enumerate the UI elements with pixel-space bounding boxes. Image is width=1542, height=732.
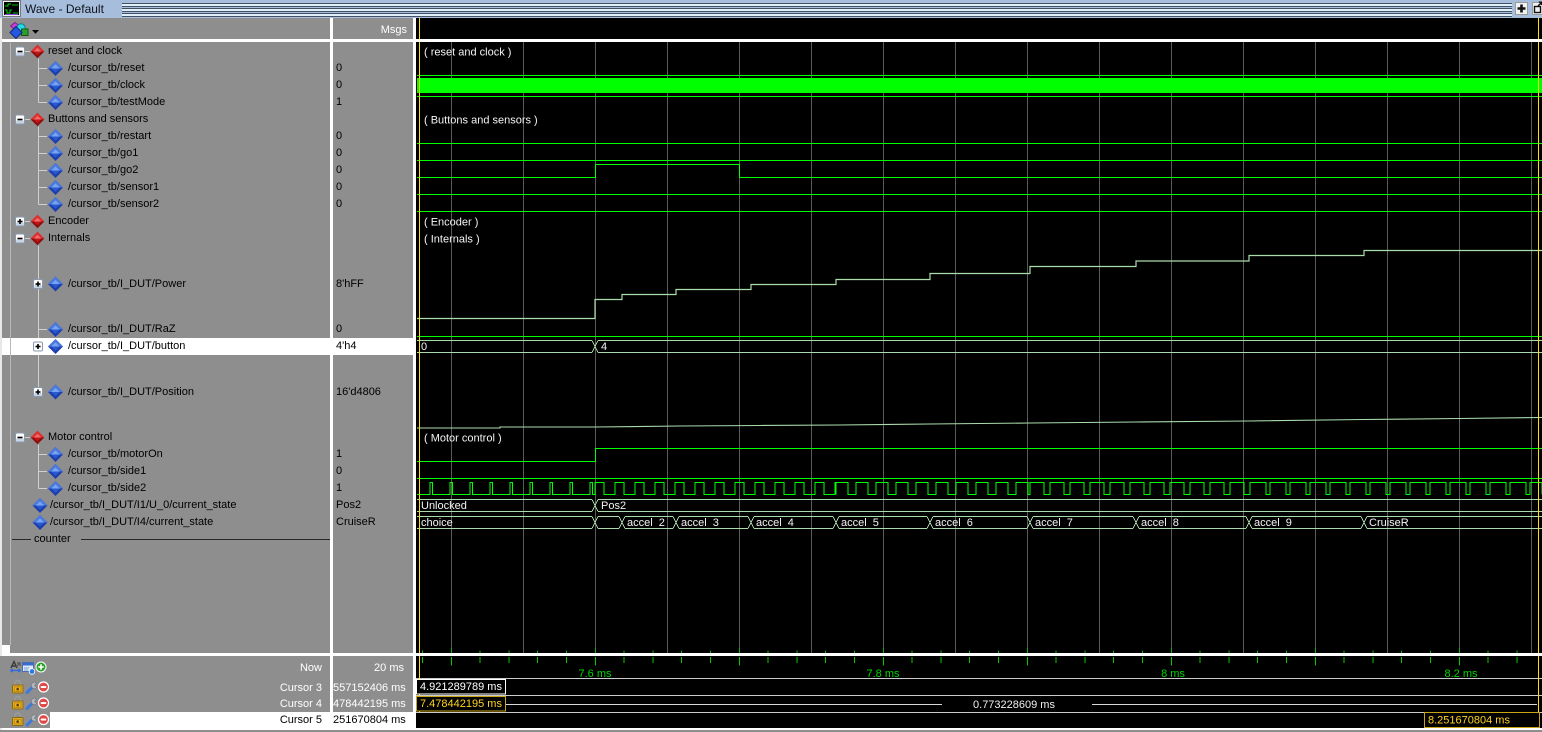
svg-text:( Motor control ): ( Motor control ) — [424, 433, 502, 445]
svg-text:accel 2: accel 2 — [627, 517, 665, 529]
svg-text:accel 3: accel 3 — [681, 517, 719, 529]
svg-text:accel 7: accel 7 — [1035, 517, 1073, 529]
svg-text:accel 8: accel 8 — [1141, 517, 1179, 529]
svg-text:choice: choice — [421, 517, 453, 529]
svg-text:CruiseR: CruiseR — [1369, 517, 1409, 529]
svg-text:( Buttons and sensors ): ( Buttons and sensors ) — [424, 115, 538, 127]
svg-text:accel 6: accel 6 — [935, 517, 973, 529]
svg-text:Unlocked: Unlocked — [421, 500, 467, 512]
svg-text:accel 9: accel 9 — [1254, 517, 1292, 529]
svg-text:4.921289789 ms: 4.921289789 ms — [420, 681, 502, 693]
svg-text:( Encoder ): ( Encoder ) — [424, 217, 478, 229]
svg-text:Pos2: Pos2 — [601, 500, 626, 512]
svg-text:( reset and clock ): ( reset and clock ) — [424, 47, 511, 59]
svg-text:( Internals ): ( Internals ) — [424, 234, 480, 246]
svg-text:0: 0 — [421, 341, 427, 353]
svg-text:4: 4 — [601, 341, 607, 353]
svg-text:accel 4: accel 4 — [756, 517, 794, 529]
svg-text:accel 5: accel 5 — [841, 517, 879, 529]
svg-text:7.478442195 ms: 7.478442195 ms — [420, 698, 502, 710]
svg-text:8.251670804 ms: 8.251670804 ms — [1428, 715, 1510, 727]
svg-text:0.773228609 ms: 0.773228609 ms — [973, 699, 1055, 711]
